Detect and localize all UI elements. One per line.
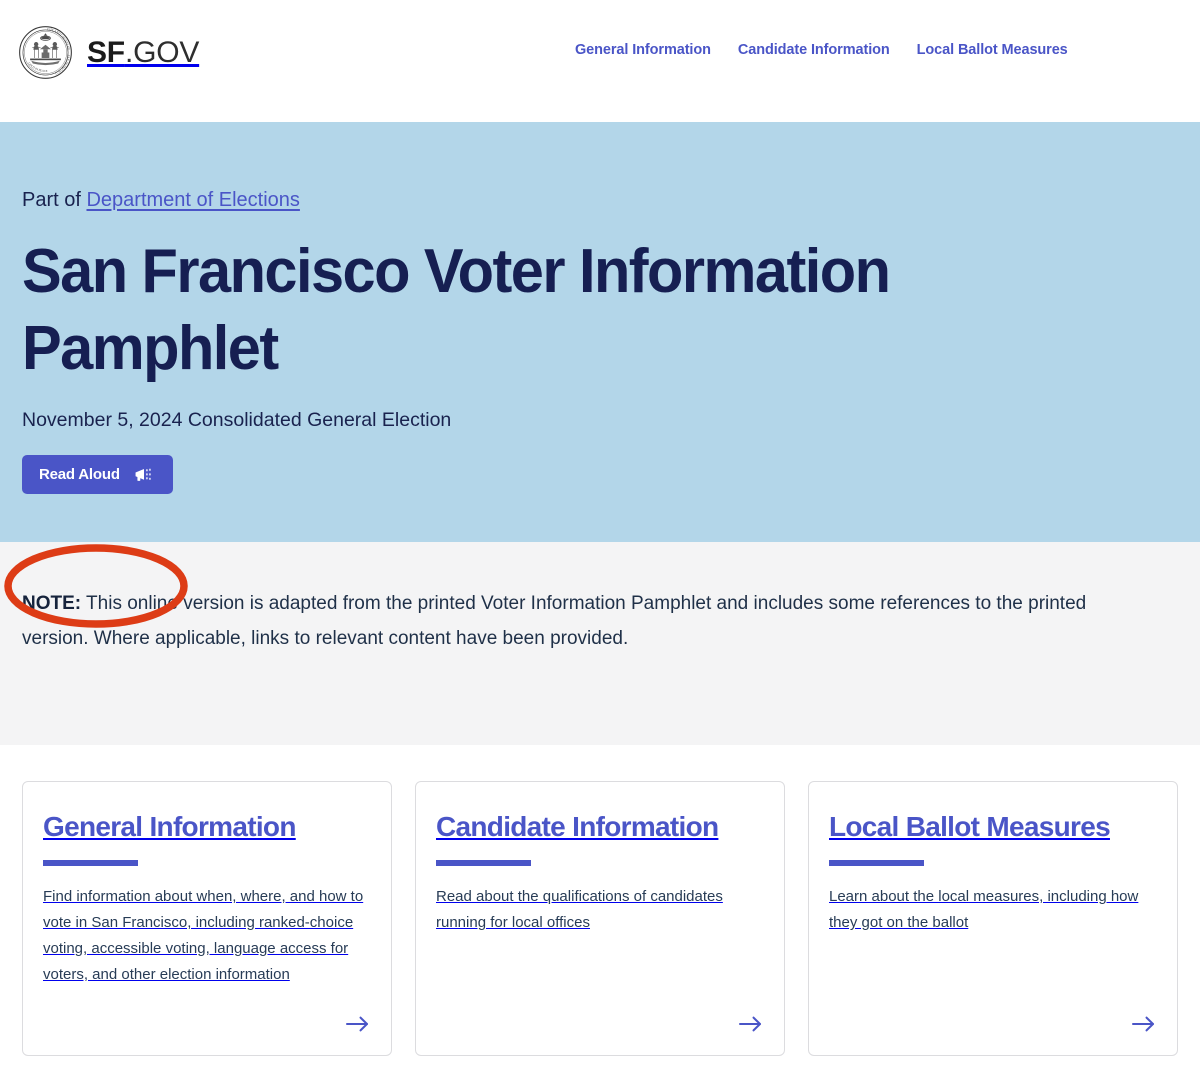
page-title: San Francisco Voter Information Pamphlet [22, 234, 992, 388]
card-description: Read about the qualifications of candida… [436, 884, 764, 936]
wordmark-gov: .GOV [125, 36, 199, 69]
note-body: This online version is adapted from the … [22, 593, 1086, 649]
card-description: Learn about the local measures, includin… [829, 884, 1157, 936]
hero-section: Part of Department of Elections San Fran… [0, 122, 1200, 542]
sf-city-seal-icon: CITY AND COUNTY OF GOLD IN PEACE SAN FRA… [18, 25, 73, 80]
read-aloud-label: Read Aloud [39, 466, 120, 483]
card-grid: General Information Find information abo… [0, 745, 1200, 1056]
megaphone-icon [133, 467, 155, 483]
card-title: Local Ballot Measures [829, 808, 1157, 845]
nav-link-candidate-information[interactable]: Candidate Information [738, 42, 890, 58]
card-local-ballot-measures[interactable]: Local Ballot Measures Learn about the lo… [808, 781, 1178, 1056]
read-aloud-button[interactable]: Read Aloud [22, 455, 173, 494]
card-title: General Information [43, 808, 371, 845]
site-logo[interactable]: CITY AND COUNTY OF GOLD IN PEACE SAN FRA… [18, 25, 199, 80]
arrow-right-icon [738, 1015, 764, 1033]
note-band: NOTE: This online version is adapted fro… [0, 542, 1200, 745]
nav-link-local-ballot-measures[interactable]: Local Ballot Measures [917, 42, 1068, 58]
breadcrumb-link-department-of-elections[interactable]: Department of Elections [86, 189, 299, 211]
breadcrumb: Part of Department of Elections [22, 188, 1178, 212]
nav-link-general-information[interactable]: General Information [575, 42, 711, 58]
wordmark-sf: SF [87, 36, 125, 69]
site-wordmark: SF.GOV [87, 38, 199, 68]
arrow-right-icon [1131, 1015, 1157, 1033]
note-text: NOTE: This online version is adapted fro… [22, 586, 1092, 656]
note-label: NOTE: [22, 593, 81, 614]
card-candidate-information[interactable]: Candidate Information Read about the qua… [415, 781, 785, 1056]
site-header: CITY AND COUNTY OF GOLD IN PEACE SAN FRA… [0, 0, 1200, 122]
card-rule [829, 860, 924, 866]
arrow-right-icon [345, 1015, 371, 1033]
card-rule [43, 860, 138, 866]
card-general-information[interactable]: General Information Find information abo… [22, 781, 392, 1056]
card-rule [436, 860, 531, 866]
breadcrumb-prefix: Part of [22, 189, 86, 211]
page-subtitle: November 5, 2024 Consolidated General El… [22, 408, 1178, 433]
main-navigation: General Information Candidate Informatio… [575, 42, 1068, 58]
card-description: Find information about when, where, and … [43, 884, 371, 988]
card-title: Candidate Information [436, 808, 764, 845]
